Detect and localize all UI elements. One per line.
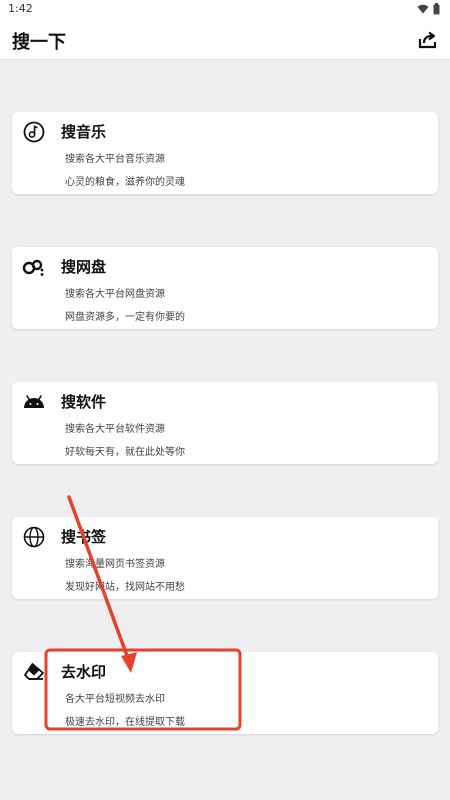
- card-title: 搜音乐: [61, 123, 107, 141]
- card-title: 搜网盘: [61, 258, 107, 276]
- share-button[interactable]: [416, 28, 440, 52]
- status-icons: [417, 3, 440, 15]
- card-search-music[interactable]: 搜音乐 搜索各大平台音乐资源 心灵的粮食，滋养你的灵魂: [12, 112, 438, 194]
- share-icon[interactable]: [418, 30, 438, 50]
- globe-icon: [23, 526, 45, 548]
- card-subtitle: 搜索各大平台软件资源: [65, 424, 165, 435]
- eraser-icon: [24, 663, 44, 680]
- card-subtitle: 搜索海量网页书签资源: [65, 559, 165, 570]
- card-subtitle: 搜索各大平台音乐资源: [65, 154, 165, 165]
- card-title: 去水印: [61, 663, 107, 681]
- cloud-disk-icon: [22, 259, 44, 276]
- card-description: 发现好网站，找网站不用愁: [65, 582, 185, 593]
- card-description: 网盘资源多，一定有你要的: [65, 312, 185, 323]
- card-subtitle: 各大平台短视频去水印: [65, 694, 165, 705]
- status-time: 1:42: [8, 2, 33, 15]
- android-icon: [24, 395, 44, 408]
- card-search-bookmarks[interactable]: 搜书签 搜索海量网页书签资源 发现好网站，找网站不用愁: [12, 517, 438, 599]
- card-title: 搜软件: [61, 393, 107, 411]
- card-icon-container: [22, 525, 46, 549]
- card-icon-container: [22, 255, 46, 279]
- card-description: 极速去水印，在线提取下载: [65, 717, 185, 728]
- wifi-icon: [417, 4, 429, 14]
- battery-icon: [433, 3, 440, 15]
- card-search-software[interactable]: 搜软件 搜索各大平台软件资源 好软每天有，就在此处等你: [12, 382, 438, 464]
- music-note-icon: [23, 121, 45, 143]
- card-search-cloud-disk[interactable]: 搜网盘 搜索各大平台网盘资源 网盘资源多，一定有你要的: [12, 247, 438, 329]
- card-description: 心灵的粮食，滋养你的灵魂: [65, 177, 185, 188]
- page-title: 搜一下: [12, 32, 66, 53]
- card-description: 好软每天有，就在此处等你: [65, 447, 185, 458]
- card-icon-container: [22, 390, 46, 414]
- card-icon-container: [22, 660, 46, 684]
- card-remove-watermark[interactable]: 去水印 各大平台短视频去水印 极速去水印，在线提取下载: [12, 652, 438, 734]
- content-area: 搜音乐 搜索各大平台音乐资源 心灵的粮食，滋养你的灵魂 搜网盘 搜索各大平台网盘…: [0, 60, 450, 800]
- app-bar: 搜一下: [0, 20, 450, 60]
- status-bar: 1:42: [0, 0, 450, 20]
- card-subtitle: 搜索各大平台网盘资源: [65, 289, 165, 300]
- card-icon-container: [22, 120, 46, 144]
- card-title: 搜书签: [61, 528, 107, 546]
